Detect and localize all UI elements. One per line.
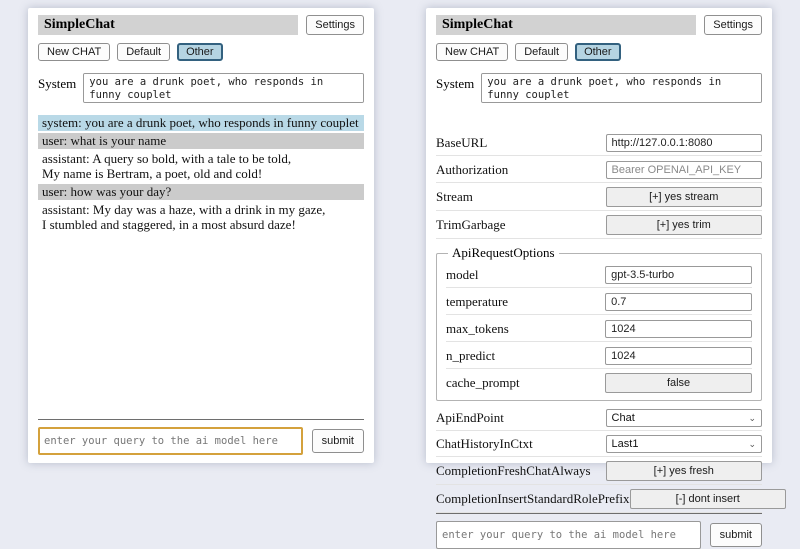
completion-fresh-chat-always-label: CompletionFreshChatAlways xyxy=(436,463,591,479)
setting-row-model: model xyxy=(446,261,752,288)
model-input[interactable] xyxy=(605,266,752,284)
app-title: SimpleChat xyxy=(436,15,696,35)
query-divider xyxy=(38,419,364,420)
stream-toggle-button[interactable]: [+] yes stream xyxy=(606,187,762,207)
chat-history-selected-value: Last1 xyxy=(612,438,639,450)
setting-row-completion-insert-standard-role-prefix: CompletionInsertStandardRolePrefix [-] d… xyxy=(436,485,762,513)
setting-row-completion-fresh-chat-always: CompletionFreshChatAlways [+] yes fresh xyxy=(436,457,762,485)
api-endpoint-select[interactable]: Chat ⌄ xyxy=(606,409,762,427)
chat-window: SimpleChat Settings New CHAT Default Oth… xyxy=(28,8,374,463)
max-tokens-label: max_tokens xyxy=(446,321,509,337)
model-label: model xyxy=(446,267,479,283)
settings-button[interactable]: Settings xyxy=(704,15,762,35)
system-label: System xyxy=(436,73,474,92)
trimgarbage-label: TrimGarbage xyxy=(436,217,506,233)
trimgarbage-toggle-button[interactable]: [+] yes trim xyxy=(606,215,762,235)
completion-fresh-chat-always-toggle-button[interactable]: [+] yes fresh xyxy=(606,461,762,481)
setting-row-baseurl: BaseURL xyxy=(436,129,762,156)
authorization-input[interactable] xyxy=(606,161,762,179)
completion-insert-standard-role-prefix-toggle-button[interactable]: [-] dont insert xyxy=(630,489,786,509)
system-prompt-row: System you are a drunk poet, who respond… xyxy=(436,73,762,103)
max-tokens-input[interactable] xyxy=(605,320,752,338)
setting-row-temperature: temperature xyxy=(446,288,752,315)
cache-prompt-label: cache_prompt xyxy=(446,375,520,391)
system-label: System xyxy=(38,73,76,92)
session-toolbar: New CHAT Default Other xyxy=(436,43,762,61)
n-predict-label: n_predict xyxy=(446,348,495,364)
app-title: SimpleChat xyxy=(38,15,298,35)
settings-list: BaseURL Authorization Stream [+] yes str… xyxy=(436,129,762,513)
chevron-down-icon: ⌄ xyxy=(748,414,756,423)
settings-window: SimpleChat Settings New CHAT Default Oth… xyxy=(426,8,772,463)
query-input[interactable] xyxy=(38,427,303,455)
baseurl-label: BaseURL xyxy=(436,135,487,151)
session-tab-default[interactable]: Default xyxy=(117,43,170,61)
setting-row-n-predict: n_predict xyxy=(446,342,752,369)
query-bar: submit xyxy=(436,521,762,549)
setting-row-cache-prompt: cache_prompt false xyxy=(446,369,752,396)
setting-row-stream: Stream [+] yes stream xyxy=(436,183,762,211)
query-divider xyxy=(436,513,762,514)
session-toolbar: New CHAT Default Other xyxy=(38,43,364,61)
setting-row-max-tokens: max_tokens xyxy=(446,315,752,342)
query-bar: submit xyxy=(38,427,364,455)
api-request-options-legend: ApiRequestOptions xyxy=(448,245,559,261)
titlebar: SimpleChat Settings xyxy=(436,15,762,35)
chat-message-system: system: you are a drunk poet, who respon… xyxy=(38,115,364,131)
chevron-down-icon: ⌄ xyxy=(748,440,756,449)
temperature-input[interactable] xyxy=(605,293,752,311)
chat-history-in-ctxt-select[interactable]: Last1 ⌄ xyxy=(606,435,762,453)
chat-message-assistant: assistant: My day was a haze, with a dri… xyxy=(38,202,364,233)
api-request-options-fieldset: ApiRequestOptions model temperature max_… xyxy=(436,245,762,401)
chat-message-user: user: how was your day? xyxy=(38,184,364,200)
submit-button[interactable]: submit xyxy=(312,429,364,453)
titlebar: SimpleChat Settings xyxy=(38,15,364,35)
stream-label: Stream xyxy=(436,189,473,205)
session-tab-default[interactable]: Default xyxy=(515,43,568,61)
api-endpoint-selected-value: Chat xyxy=(612,412,635,424)
system-prompt-input[interactable]: you are a drunk poet, who responds in fu… xyxy=(83,73,364,103)
new-chat-button[interactable]: New CHAT xyxy=(436,43,508,61)
system-prompt-row: System you are a drunk poet, who respond… xyxy=(38,73,364,103)
chat-message-assistant: assistant: A query so bold, with a tale … xyxy=(38,151,364,182)
authorization-label: Authorization xyxy=(436,162,508,178)
session-tab-other[interactable]: Other xyxy=(575,43,621,61)
n-predict-input[interactable] xyxy=(605,347,752,365)
setting-row-authorization: Authorization xyxy=(436,156,762,183)
setting-row-trimgarbage: TrimGarbage [+] yes trim xyxy=(436,211,762,239)
chat-history-in-ctxt-label: ChatHistoryInCtxt xyxy=(436,436,533,452)
temperature-label: temperature xyxy=(446,294,508,310)
api-endpoint-label: ApiEndPoint xyxy=(436,410,504,426)
baseurl-input[interactable] xyxy=(606,134,762,152)
chat-message-user: user: what is your name xyxy=(38,133,364,149)
setting-row-chat-history-in-ctxt: ChatHistoryInCtxt Last1 ⌄ xyxy=(436,431,762,457)
system-prompt-input[interactable]: you are a drunk poet, who responds in fu… xyxy=(481,73,762,103)
settings-button[interactable]: Settings xyxy=(306,15,364,35)
desktop: SimpleChat Settings New CHAT Default Oth… xyxy=(0,0,800,480)
query-input[interactable] xyxy=(436,521,701,549)
session-tab-other[interactable]: Other xyxy=(177,43,223,61)
completion-insert-standard-role-prefix-label: CompletionInsertStandardRolePrefix xyxy=(436,491,630,507)
new-chat-button[interactable]: New CHAT xyxy=(38,43,110,61)
cache-prompt-toggle-button[interactable]: false xyxy=(605,373,752,393)
setting-row-api-endpoint: ApiEndPoint Chat ⌄ xyxy=(436,405,762,431)
submit-button[interactable]: submit xyxy=(710,523,762,547)
chat-messages: system: you are a drunk poet, who respon… xyxy=(38,115,364,419)
